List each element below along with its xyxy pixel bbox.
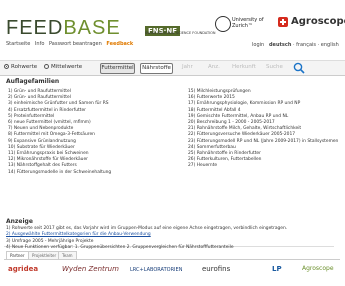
agroscope-partner-logo[interactable]: Agroscope [302, 265, 334, 272]
family-item[interactable]: 3) einheimische Grünfutter und Samen für… [8, 101, 111, 107]
family-item[interactable]: 23) Fütterungsmodell RP und NL (Jahre 20… [188, 139, 338, 145]
radio-mittelwerte[interactable]: Mittelwerte [44, 64, 82, 70]
top-nav: Startseite Info Passwort beantragen Feed… [6, 41, 136, 47]
page: FEEDBASE Startseite Info Passwort beantr… [0, 0, 345, 286]
anzeige-list: 1) Rohwerte seit 2017 gibt es, das Vorja… [6, 226, 287, 252]
nav-feedback[interactable]: Feedback [106, 41, 133, 47]
tab-anz[interactable]: Anz. [208, 64, 220, 70]
tab-suche[interactable]: Suche [266, 64, 283, 70]
partner-tabs: Partner Projektleiter Team [4, 251, 340, 260]
wyden-logo[interactable]: Wyden Zentrum [62, 265, 119, 273]
feedbase-logo[interactable]: FEEDBASE [6, 17, 121, 40]
eurofins-logo[interactable]: eurofins [202, 265, 230, 273]
radio-rohwerte[interactable]: Rohwerte [4, 64, 37, 70]
lp-logo[interactable]: LP [272, 265, 282, 273]
agridea-logo[interactable]: agridea [8, 265, 38, 273]
lrc-logo[interactable]: LRC+LABORATORIEN [130, 267, 182, 273]
header: FEEDBASE Startseite Info Passwort beantr… [0, 0, 345, 58]
login-link[interactable]: login [252, 42, 264, 48]
tab-partner[interactable]: Partner [6, 251, 29, 259]
uzh-seal-icon [215, 16, 231, 32]
anzeige-title: Anzeige [6, 218, 33, 225]
section-title: Auflagefamilien [6, 78, 60, 85]
nav-passwort[interactable]: Passwort beantragen [49, 41, 102, 47]
nav-startseite[interactable]: Startseite [6, 41, 30, 47]
filter-bar: Rohwerte Mittelwerte Futtermittel Nährst… [0, 60, 345, 76]
lang-others[interactable]: · français · english [293, 42, 339, 48]
language-switch: login deutsch · français · english [252, 42, 339, 48]
family-item[interactable]: 14) Fütterungsmodelle in der Schweinehal… [8, 170, 111, 176]
lang-deutsch[interactable]: deutsch [269, 42, 291, 48]
family-item[interactable]: 27) Heuernte [188, 163, 338, 169]
partner-logos: agridea Wyden Zentrum LRC+LABORATORIEN e… [4, 261, 344, 285]
family-list-right: 15) Milchleistungsprüfungen 16) Futterwe… [188, 89, 338, 170]
nav-info[interactable]: Info [35, 41, 44, 47]
tab-herkunft[interactable]: Herkunft [232, 64, 256, 70]
tab-jahr[interactable]: Jahr [182, 64, 193, 70]
fns-logo: FNS·NF SWISS NATIONAL SCIENCE FOUNDATION [145, 26, 216, 36]
family-list-left: 1) Grün- und Raufuttermittel 2) Grün- un… [8, 89, 111, 176]
tab-futtermittel[interactable]: Futtermittel [100, 63, 135, 74]
tab-naehrstoffe[interactable]: Nährstoffe [140, 63, 173, 74]
swiss-flag-icon [278, 17, 288, 27]
tab-projektleiter[interactable]: Projektleiter [28, 251, 61, 259]
search-icon[interactable] [293, 62, 305, 74]
tab-team[interactable]: Team [58, 251, 77, 259]
